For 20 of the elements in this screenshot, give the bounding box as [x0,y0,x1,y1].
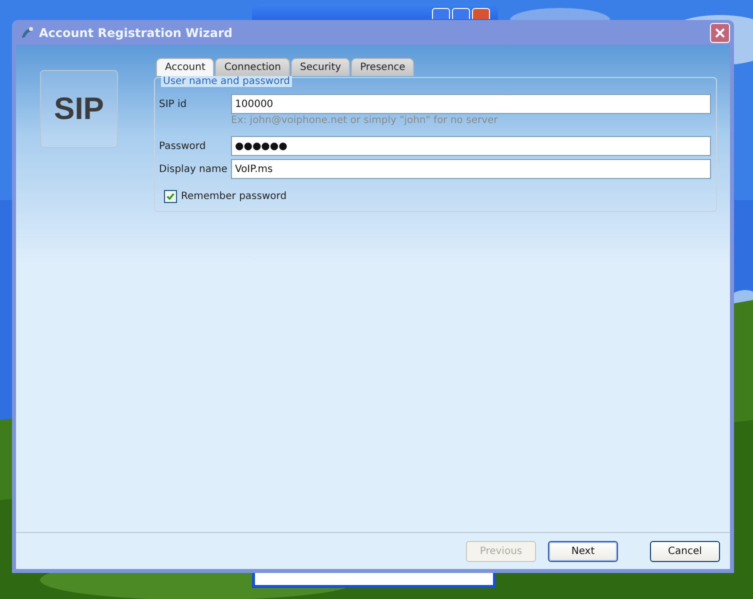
checkbox-label: Remember password [181,191,287,202]
field-label: Password [159,140,207,152]
wizard-button[interactable]: Next [548,540,618,562]
group-title: User name and password [161,76,292,87]
wizard-button[interactable]: Cancel [650,540,720,562]
remember-checkbox[interactable]: Remember password [164,190,711,203]
close-button[interactable] [710,22,730,42]
input-field[interactable]: 100000 [231,94,711,114]
checkbox[interactable] [164,190,177,203]
tab[interactable]: Account [156,58,214,76]
input-field[interactable]: VoIP.ms [231,159,711,179]
field-label: Display name [159,164,228,174]
input-field[interactable]: ●●●●●● [231,136,711,156]
tab[interactable]: Presence [351,58,414,76]
hint-text: Ex: john@voiphone.net or simply "john" for no server [231,115,499,128]
tab[interactable]: Security [290,58,350,76]
sip-logo: SIP [40,70,118,148]
field-label: SIP id [159,98,188,110]
window-title: Account Registration Wizard [39,26,232,40]
tab[interactable]: Connection [215,58,290,76]
